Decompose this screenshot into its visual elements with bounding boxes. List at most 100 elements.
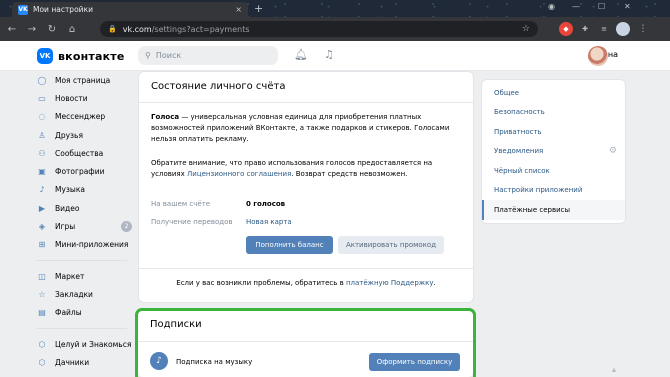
nav-item-video[interactable]: ▶ Видео (32, 199, 132, 217)
settings-menu-general[interactable]: Общее (482, 83, 625, 103)
new-tab-button[interactable]: + (254, 2, 263, 15)
balance-label: На вашем счёте (151, 200, 211, 208)
lock-icon: 🔒 (108, 25, 117, 33)
reading-list-icon[interactable]: ≡ (597, 22, 611, 36)
nav-label: Закладки (55, 289, 93, 299)
license-agreement-link[interactable]: Лицензионного соглашения (187, 170, 291, 178)
settings-menu-privacy[interactable]: Приватность (482, 122, 625, 142)
nav-item-games[interactable]: ◈ Игры 2 (32, 217, 132, 235)
browser-tabstrip: VK Мои настройки × + ◉ — ☐ ✕ (0, 0, 670, 17)
notifications-bell-icon[interactable]: 🔔︎ (294, 48, 308, 61)
support-help-text: Если у вас возникли проблемы, обратитесь… (139, 279, 473, 287)
transfers-label: Получение переводов (151, 218, 233, 226)
vk-header: VK вконтакте ⚲ Поиск 🔔︎ ♫ Анна ⌄ (0, 41, 670, 71)
nav-label: Сообщества (55, 148, 104, 158)
payment-support-link[interactable]: платёжную Поддержку (346, 279, 434, 287)
nav-label: Фотографии (55, 167, 105, 177)
nav-item-my-page[interactable]: ◯ Моя страница (32, 71, 132, 89)
nav-label: Новости (55, 93, 88, 103)
extension-icon[interactable]: ◆ (559, 22, 573, 36)
nav-item-app-kiss[interactable]: ⬡ Целуй и Знакомься (32, 335, 132, 353)
nav-item-bookmarks[interactable]: ☆ Закладки (32, 285, 132, 303)
settings-menu-blacklist[interactable]: Чёрный список (482, 161, 625, 181)
nav-item-mini-apps[interactable]: ⊞ Мини-приложения (32, 236, 132, 254)
nav-item-communities[interactable]: ⚇ Сообщества (32, 144, 132, 162)
settings-menu: Общее Безопасность Приватность Уведомлен… (481, 79, 626, 224)
profile-avatar-icon[interactable] (616, 22, 630, 36)
nav-item-market[interactable]: ◫ Маркет (32, 267, 132, 285)
gear-icon[interactable]: ⚙ (609, 146, 617, 156)
nav-label: Друзья (55, 130, 83, 140)
nav-label: Мини-приложения (55, 240, 129, 250)
scroll-to-top-icon[interactable]: ▴ (612, 365, 616, 374)
license-notice-end: . Возврат средств невозможен. (291, 170, 408, 178)
market-icon: ◫ (38, 271, 46, 281)
messenger-icon: ◌ (38, 112, 46, 122)
help-end: . (433, 279, 436, 287)
nav-item-friends[interactable]: ♙ Друзья (32, 126, 132, 144)
settings-menu-notifications[interactable]: Уведомления ⚙ (482, 142, 625, 162)
home-icon[interactable]: ⌂ (64, 24, 80, 35)
nav-item-news[interactable]: ▭ Новости (32, 89, 132, 107)
music-player-icon[interactable]: ♫ (324, 48, 334, 61)
bookmark-star-icon[interactable]: ☆ (522, 24, 530, 34)
nav-label: Целуй и Знакомься (55, 339, 132, 349)
chevron-down-icon[interactable]: ⌄ (611, 51, 617, 59)
nav-label: Дачники (55, 357, 90, 367)
avatar[interactable] (588, 46, 608, 66)
nav-label: Файлы (55, 308, 82, 318)
game-icon: ⬡ (38, 357, 46, 367)
nav-item-files[interactable]: ▤ Файлы (32, 304, 132, 322)
activate-promo-button[interactable]: Активировать промокод (338, 236, 444, 254)
games-icon: ◈ (38, 222, 46, 232)
forward-icon[interactable]: → (24, 24, 40, 35)
vk-favicon-icon: VK (18, 4, 28, 15)
nav-item-messenger[interactable]: ◌ Мессенджер (32, 108, 132, 126)
bookmarks-icon: ☆ (38, 289, 46, 299)
search-icon: ⚲ (145, 51, 151, 60)
tab-close-icon[interactable]: × (235, 5, 242, 14)
settings-menu-apps[interactable]: Настройки приложений (482, 181, 625, 201)
balance-value: 0 голосов (246, 200, 286, 208)
window-close-icon[interactable]: ✕ (624, 2, 631, 11)
highlight-outline (135, 308, 476, 377)
votes-description-text: — универсальная условная единица для при… (151, 113, 450, 143)
maximize-icon[interactable]: ☐ (598, 2, 605, 11)
profile-menu-icon[interactable]: ◉ (548, 2, 555, 11)
app-icon: ⬡ (38, 339, 46, 349)
settings-menu-security[interactable]: Безопасность (482, 103, 625, 123)
games-count-badge: 2 (121, 221, 132, 233)
nav-label: Музыка (55, 185, 85, 195)
new-card-link[interactable]: Новая карта (246, 218, 292, 226)
communities-icon: ⚇ (38, 148, 46, 158)
extensions-puzzle-icon[interactable]: ✚ (578, 22, 592, 36)
music-icon: ♪ (39, 185, 45, 195)
reload-icon[interactable]: ↻ (44, 24, 60, 35)
topup-balance-button[interactable]: Пополнить баланс (246, 236, 333, 254)
left-sidebar: ◯ Моя страница ▭ Новости ◌ Мессенджер ♙ Друз… (32, 71, 132, 371)
browser-tab[interactable]: VK Мои настройки × (12, 2, 248, 17)
url-domain: vk.com (122, 24, 152, 34)
nav-item-photos[interactable]: ▣ Фотографии (32, 162, 132, 180)
search-placeholder: Поиск (155, 51, 182, 60)
vk-logo-text: вконтакте (58, 49, 125, 63)
divider (139, 102, 473, 103)
browser-menu-icon[interactable]: ⋮ (636, 22, 650, 36)
help-text: Если у вас возникли проблемы, обратитесь… (176, 279, 346, 287)
tab-title: Мои настройки (33, 5, 93, 14)
account-card-title: Состояние личного счёта (151, 81, 286, 92)
address-bar[interactable]: 🔒 vk.com/settings?act=payments ☆ (100, 21, 538, 37)
search-input[interactable]: ⚲ Поиск (138, 46, 278, 65)
nav-label: Видео (55, 203, 80, 213)
user-icon: ◯ (37, 75, 47, 85)
minimize-icon[interactable]: — (572, 2, 580, 11)
nav-item-music[interactable]: ♪ Музыка (32, 181, 132, 199)
nav-label: Моя страница (55, 75, 111, 85)
vk-logo[interactable]: VK вконтакте (37, 48, 124, 64)
account-balance-card: Состояние личного счёта Голоса — универс… (138, 71, 474, 303)
nav-item-app-dachniki[interactable]: ⬡ Дачники (32, 353, 132, 371)
nav-label: Маркет (55, 271, 85, 281)
video-icon: ▶ (38, 203, 46, 213)
settings-menu-payments[interactable]: Платёжные сервисы (482, 200, 625, 220)
back-icon[interactable]: ← (4, 24, 20, 35)
